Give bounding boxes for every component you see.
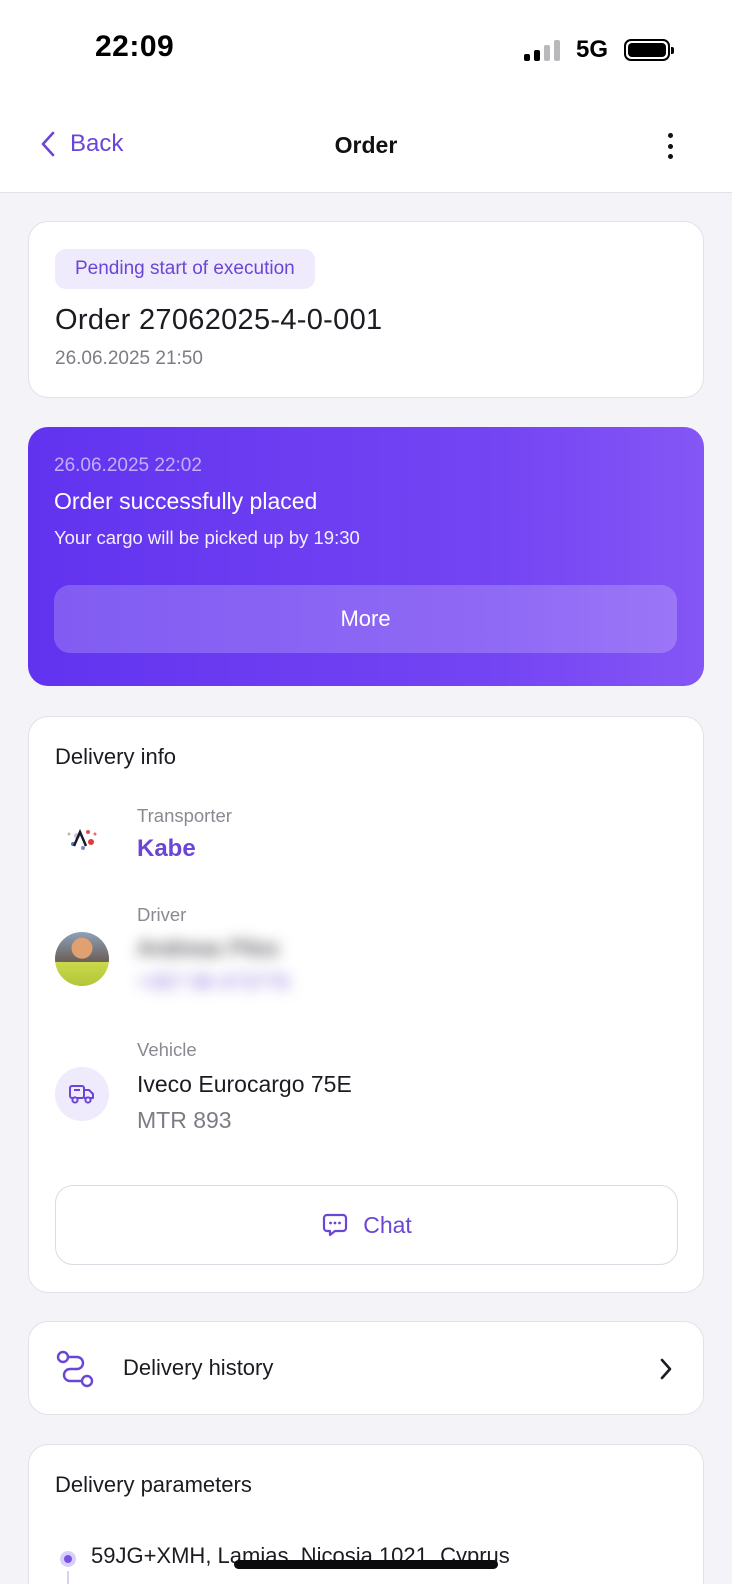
driver-phone[interactable]: +357 99 473776	[137, 971, 289, 995]
order-notification-card: 26.06.2025 22:02 Order successfully plac…	[28, 427, 704, 686]
battery-icon	[624, 39, 674, 61]
notification-subtitle: Your cargo will be picked up by 19:30	[54, 527, 360, 548]
order-number: Order 27062025-4-0-001	[55, 304, 383, 336]
driver-avatar	[55, 932, 109, 986]
order-created-date: 26.06.2025 21:50	[55, 348, 203, 369]
delivery-parameters-title: Delivery parameters	[55, 1472, 252, 1497]
status-time: 22:09	[95, 30, 175, 63]
route-icon	[56, 1350, 94, 1388]
home-indicator[interactable]	[234, 1560, 498, 1569]
route-connector	[67, 1571, 69, 1584]
more-button[interactable]: More	[54, 585, 677, 653]
delivery-history-row[interactable]: Delivery history	[28, 1321, 704, 1415]
more-options-icon[interactable]	[660, 133, 680, 159]
vehicle-model: Iveco Eurocargo 75E	[137, 1071, 352, 1097]
notification-date: 26.06.2025 22:02	[54, 455, 202, 476]
driver-label: Driver	[137, 904, 187, 925]
order-summary-card: Pending start of execution Order 2706202…	[28, 221, 704, 398]
status-badge: Pending start of execution	[55, 249, 315, 289]
driver-name: Andreas Pilos	[137, 935, 279, 961]
transporter-logo	[55, 812, 109, 866]
vehicle-label: Vehicle	[137, 1039, 197, 1060]
notification-title: Order successfully placed	[54, 488, 318, 514]
network-label: 5G	[575, 36, 608, 63]
chat-button[interactable]: Chat	[55, 1185, 678, 1265]
chat-icon	[323, 1213, 348, 1237]
transporter-name[interactable]: Kabe	[137, 835, 196, 863]
page-title: Order	[334, 132, 398, 158]
signal-icon	[523, 39, 560, 61]
vehicle-plate: MTR 893	[137, 1107, 232, 1133]
delivery-info-card: Delivery info Transporter Kabe Driver An…	[28, 716, 704, 1293]
status-bar: 22:09 5G	[0, 0, 732, 100]
transporter-label: Transporter	[137, 805, 232, 826]
delivery-info-title: Delivery info	[55, 744, 177, 769]
delivery-history-label: Delivery history	[123, 1355, 274, 1380]
chevron-right-icon	[660, 1358, 672, 1380]
navigation-bar: Back Order	[0, 100, 732, 193]
pickup-point-icon	[60, 1551, 76, 1567]
chat-label: Chat	[363, 1211, 412, 1238]
truck-icon	[55, 1067, 109, 1121]
status-indicators: 5G	[523, 36, 674, 64]
